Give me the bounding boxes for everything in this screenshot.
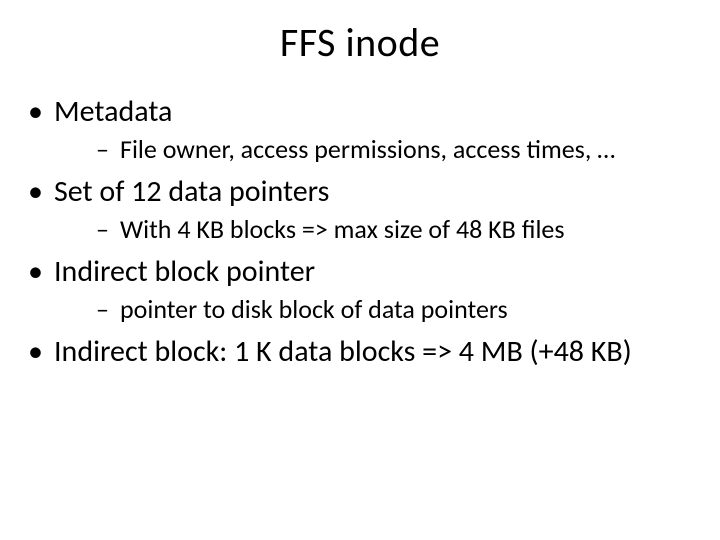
slide: FFS inode Metadata File owner, access pe…	[0, 0, 720, 540]
bullet-item: Indirect block pointer pointer to disk b…	[20, 253, 700, 325]
bullet-item: Metadata File owner, access permissions,…	[20, 93, 700, 165]
sub-bullet-list: pointer to disk block of data pointers	[54, 293, 700, 326]
bullet-text: Set of 12 data pointers	[54, 173, 329, 210]
bullet-text: Indirect block: 1 K data blocks => 4 MB …	[54, 333, 632, 370]
sub-bullet-list: File owner, access permissions, access t…	[54, 133, 700, 166]
bullet-item: Set of 12 data pointers With 4 KB blocks…	[20, 173, 700, 245]
sub-bullet-item: File owner, access permissions, access t…	[54, 133, 700, 166]
slide-title: FFS inode	[0, 0, 720, 77]
bullet-item: Indirect block: 1 K data blocks => 4 MB …	[20, 333, 700, 371]
bullet-list: Metadata File owner, access permissions,…	[20, 93, 700, 371]
sub-bullet-item: pointer to disk block of data pointers	[54, 293, 700, 326]
slide-body: Metadata File owner, access permissions,…	[0, 77, 720, 371]
sub-bullet-item: With 4 KB blocks => max size of 48 KB fi…	[54, 213, 700, 246]
sub-bullet-list: With 4 KB blocks => max size of 48 KB fi…	[54, 213, 700, 246]
bullet-text: Indirect block pointer	[54, 253, 315, 290]
bullet-text: Metadata	[54, 93, 172, 130]
